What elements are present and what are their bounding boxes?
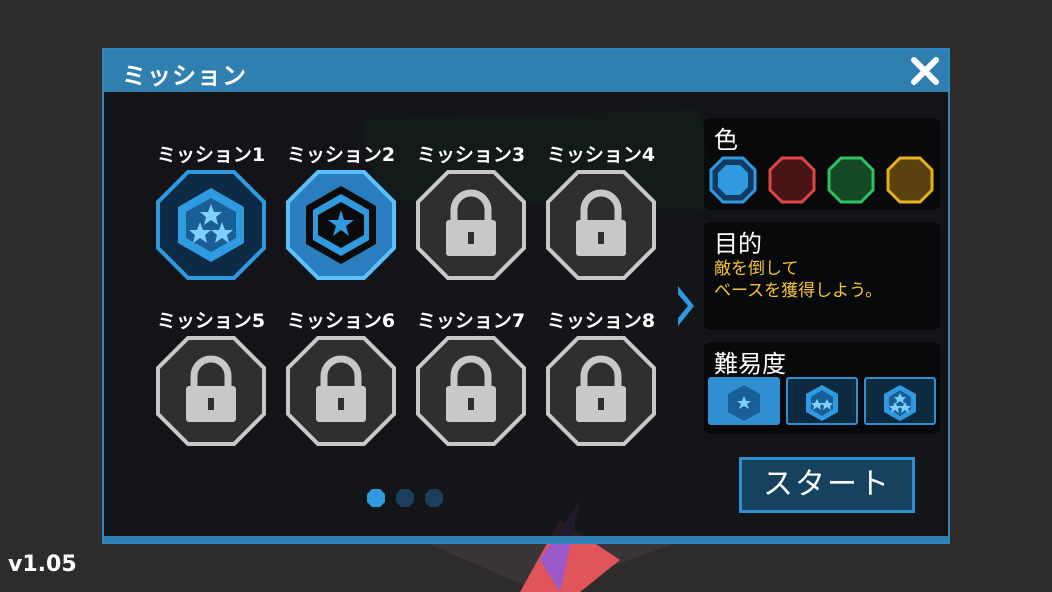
start-button[interactable]: スタート (739, 457, 915, 513)
difficulty-section-title: 難易度 (714, 350, 786, 378)
mission-card-8[interactable]: ミッション8 (546, 306, 656, 446)
lock-icon (416, 336, 526, 446)
difficulty-option-1[interactable] (708, 377, 780, 425)
mission-label: ミッション7 (416, 310, 526, 332)
color-option-red[interactable] (768, 156, 816, 204)
page-dot-2[interactable] (395, 488, 415, 508)
dialog-title: ミッション (122, 62, 247, 90)
mission-label: ミッション2 (286, 144, 396, 166)
mission-card-4[interactable]: ミッション4 (546, 140, 656, 280)
mission-card-7[interactable]: ミッション7 (416, 306, 526, 446)
color-section-title: 色 (714, 126, 738, 154)
mission-label: ミッション1 (156, 144, 266, 166)
mission-card-5[interactable]: ミッション5 (156, 306, 266, 446)
dialog-bottom-bar (104, 536, 948, 542)
mission-label: ミッション6 (286, 310, 396, 332)
mission-card-2[interactable]: ミッション2 (286, 140, 396, 280)
three-star-badge-icon (884, 385, 916, 421)
color-option-yellow[interactable] (886, 156, 934, 204)
dialog-titlebar: ミッション (104, 50, 948, 92)
lock-icon (546, 336, 656, 446)
lock-icon (156, 336, 266, 446)
color-option-green[interactable] (827, 156, 875, 204)
one-star-badge-icon (728, 385, 760, 421)
page-dot-3[interactable] (424, 488, 444, 508)
mission-label: ミッション5 (156, 310, 266, 332)
lock-icon (286, 336, 396, 446)
two-star-badge-icon (806, 385, 838, 421)
mission-label: ミッション3 (416, 144, 526, 166)
goal-section-title: 目的 (714, 230, 762, 258)
close-icon[interactable] (908, 54, 942, 88)
mission-label: ミッション8 (546, 310, 656, 332)
color-option-blue[interactable] (709, 156, 757, 204)
lock-icon (416, 170, 526, 280)
mission-card-3[interactable]: ミッション3 (416, 140, 526, 280)
version-label: v1.05 (8, 552, 77, 577)
difficulty-option-2[interactable] (786, 377, 858, 425)
mission-card-1[interactable]: ミッション1 (156, 140, 266, 280)
star-badge-icon (286, 170, 396, 280)
difficulty-option-3[interactable] (864, 377, 936, 425)
next-page-arrow-icon[interactable] (676, 284, 696, 328)
mission-label: ミッション4 (546, 144, 656, 166)
mission-card-6[interactable]: ミッション6 (286, 306, 396, 446)
page-dot-1[interactable] (366, 488, 386, 508)
goal-description: 敵を倒して ベースを獲得しよう。 (714, 259, 883, 301)
three-star-badge-icon (156, 170, 266, 280)
lock-icon (546, 170, 656, 280)
